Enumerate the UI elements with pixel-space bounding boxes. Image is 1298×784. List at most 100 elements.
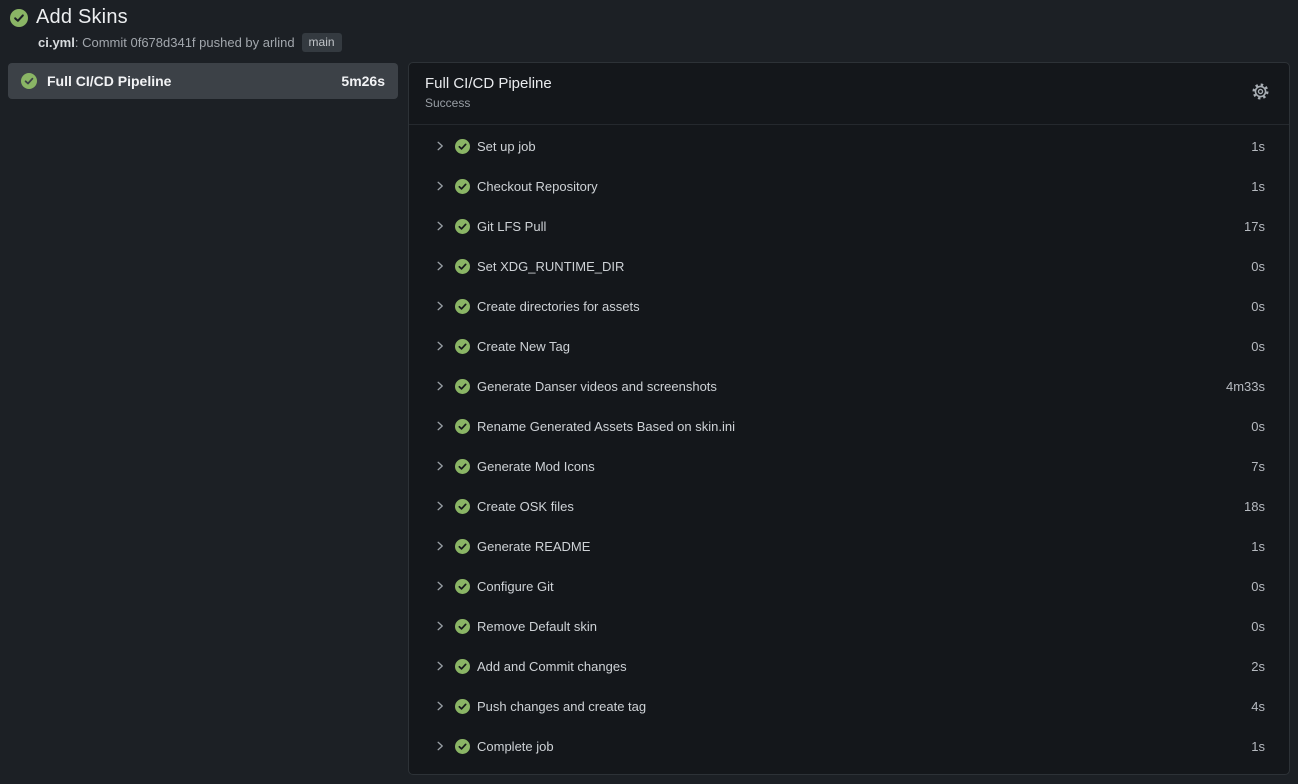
step-duration: 18s (1244, 499, 1265, 514)
step-name: Rename Generated Assets Based on skin.in… (477, 419, 1251, 434)
step-duration: 0s (1251, 259, 1265, 274)
step-row-git-lfs-pull[interactable]: Git LFS Pull 17s (409, 206, 1289, 246)
chevron-right-icon (434, 540, 446, 552)
step-row-create-new-tag[interactable]: Create New Tag 0s (409, 326, 1289, 366)
step-success-icon (455, 539, 470, 554)
step-success-icon (455, 739, 470, 754)
step-row-push-changes[interactable]: Push changes and create tag 4s (409, 686, 1289, 726)
step-success-icon (455, 699, 470, 714)
step-row-add-and-commit[interactable]: Add and Commit changes 2s (409, 646, 1289, 686)
page-title: Add Skins (36, 6, 128, 29)
commit-summary: ci.yml: Commit 0f678d341f pushed by arli… (38, 33, 342, 52)
step-success-icon (455, 299, 470, 314)
step-name: Configure Git (477, 579, 1251, 594)
step-name: Checkout Repository (477, 179, 1251, 194)
chevron-right-icon (434, 220, 446, 232)
step-duration: 1s (1251, 539, 1265, 554)
step-row-generate-mod-icons[interactable]: Generate Mod Icons 7s (409, 446, 1289, 486)
chevron-right-icon (434, 380, 446, 392)
chevron-right-icon (434, 660, 446, 672)
job-item-full-pipeline[interactable]: Full CI/CD Pipeline 5m26s (8, 63, 398, 99)
run-success-icon (10, 9, 28, 27)
step-name: Generate Mod Icons (477, 459, 1251, 474)
chevron-right-icon (434, 300, 446, 312)
step-row-rename-generated-assets[interactable]: Rename Generated Assets Based on skin.in… (409, 406, 1289, 446)
chevron-right-icon (434, 420, 446, 432)
step-row-checkout-repository[interactable]: Checkout Repository 1s (409, 166, 1289, 206)
job-settings-button[interactable] (1249, 82, 1271, 104)
step-duration: 4s (1251, 699, 1265, 714)
step-row-configure-git[interactable]: Configure Git 0s (409, 566, 1289, 606)
step-success-icon (455, 339, 470, 354)
step-duration: 1s (1251, 179, 1265, 194)
chevron-right-icon (434, 180, 446, 192)
step-name: Git LFS Pull (477, 219, 1244, 234)
step-success-icon (455, 139, 470, 154)
step-duration: 0s (1251, 619, 1265, 634)
job-duration: 5m26s (341, 73, 385, 89)
step-success-icon (455, 179, 470, 194)
step-duration: 1s (1251, 139, 1265, 154)
step-row-create-osk-files[interactable]: Create OSK files 18s (409, 486, 1289, 526)
step-row-create-directories[interactable]: Create directories for assets 0s (409, 286, 1289, 326)
chevron-right-icon (434, 620, 446, 632)
step-name: Create directories for assets (477, 299, 1251, 314)
steps-list: Set up job 1s Checkout Repository 1s Git… (409, 125, 1289, 774)
job-detail-panel: Full CI/CD Pipeline Success Set up job 1… (408, 62, 1290, 775)
step-duration: 2s (1251, 659, 1265, 674)
chevron-right-icon (434, 700, 446, 712)
step-duration: 17s (1244, 219, 1265, 234)
step-success-icon (455, 499, 470, 514)
step-row-generate-readme[interactable]: Generate README 1s (409, 526, 1289, 566)
step-row-set-xdg-runtime-dir[interactable]: Set XDG_RUNTIME_DIR 0s (409, 246, 1289, 286)
step-success-icon (455, 219, 470, 234)
step-duration: 0s (1251, 419, 1265, 434)
step-duration: 4m33s (1226, 379, 1265, 394)
step-duration: 7s (1251, 459, 1265, 474)
job-panel-header: Full CI/CD Pipeline Success (409, 63, 1289, 125)
job-status-text: Success (425, 95, 1273, 112)
run-header: Add Skins ci.yml: Commit 0f678d341f push… (10, 6, 342, 52)
step-duration: 0s (1251, 299, 1265, 314)
step-name: Create OSK files (477, 499, 1244, 514)
actions-run-page: Add Skins ci.yml: Commit 0f678d341f push… (0, 0, 1298, 784)
step-name: Generate Danser videos and screenshots (477, 379, 1226, 394)
step-name: Add and Commit changes (477, 659, 1251, 674)
chevron-right-icon (434, 460, 446, 472)
step-success-icon (455, 659, 470, 674)
job-panel-title: Full CI/CD Pipeline (425, 74, 1273, 94)
chevron-right-icon (434, 500, 446, 512)
job-success-icon (21, 73, 37, 89)
step-success-icon (455, 259, 470, 274)
chevron-right-icon (434, 140, 446, 152)
commit-description: : Commit 0f678d341f pushed by arlind (75, 35, 295, 50)
commit-text: ci.yml: Commit 0f678d341f pushed by arli… (38, 35, 295, 50)
step-name: Set XDG_RUNTIME_DIR (477, 259, 1251, 274)
branch-badge[interactable]: main (302, 33, 342, 52)
step-row-set-up-job[interactable]: Set up job 1s (409, 126, 1289, 166)
step-duration: 0s (1251, 579, 1265, 594)
step-success-icon (455, 619, 470, 634)
step-row-complete-job[interactable]: Complete job 1s (409, 726, 1289, 766)
workflow-file-name: ci.yml (38, 35, 75, 50)
step-name: Create New Tag (477, 339, 1251, 354)
jobs-sidebar: Full CI/CD Pipeline 5m26s (8, 63, 398, 99)
step-name: Push changes and create tag (477, 699, 1251, 714)
chevron-right-icon (434, 580, 446, 592)
step-row-generate-danser-videos[interactable]: Generate Danser videos and screenshots 4… (409, 366, 1289, 406)
chevron-right-icon (434, 740, 446, 752)
step-row-remove-default-skin[interactable]: Remove Default skin 0s (409, 606, 1289, 646)
step-success-icon (455, 459, 470, 474)
chevron-right-icon (434, 260, 446, 272)
step-name: Complete job (477, 739, 1251, 754)
gear-icon (1251, 82, 1270, 104)
step-duration: 0s (1251, 339, 1265, 354)
step-name: Set up job (477, 139, 1251, 154)
step-duration: 1s (1251, 739, 1265, 754)
chevron-right-icon (434, 340, 446, 352)
step-success-icon (455, 419, 470, 434)
step-success-icon (455, 379, 470, 394)
step-success-icon (455, 579, 470, 594)
job-name: Full CI/CD Pipeline (47, 73, 331, 89)
step-name: Generate README (477, 539, 1251, 554)
